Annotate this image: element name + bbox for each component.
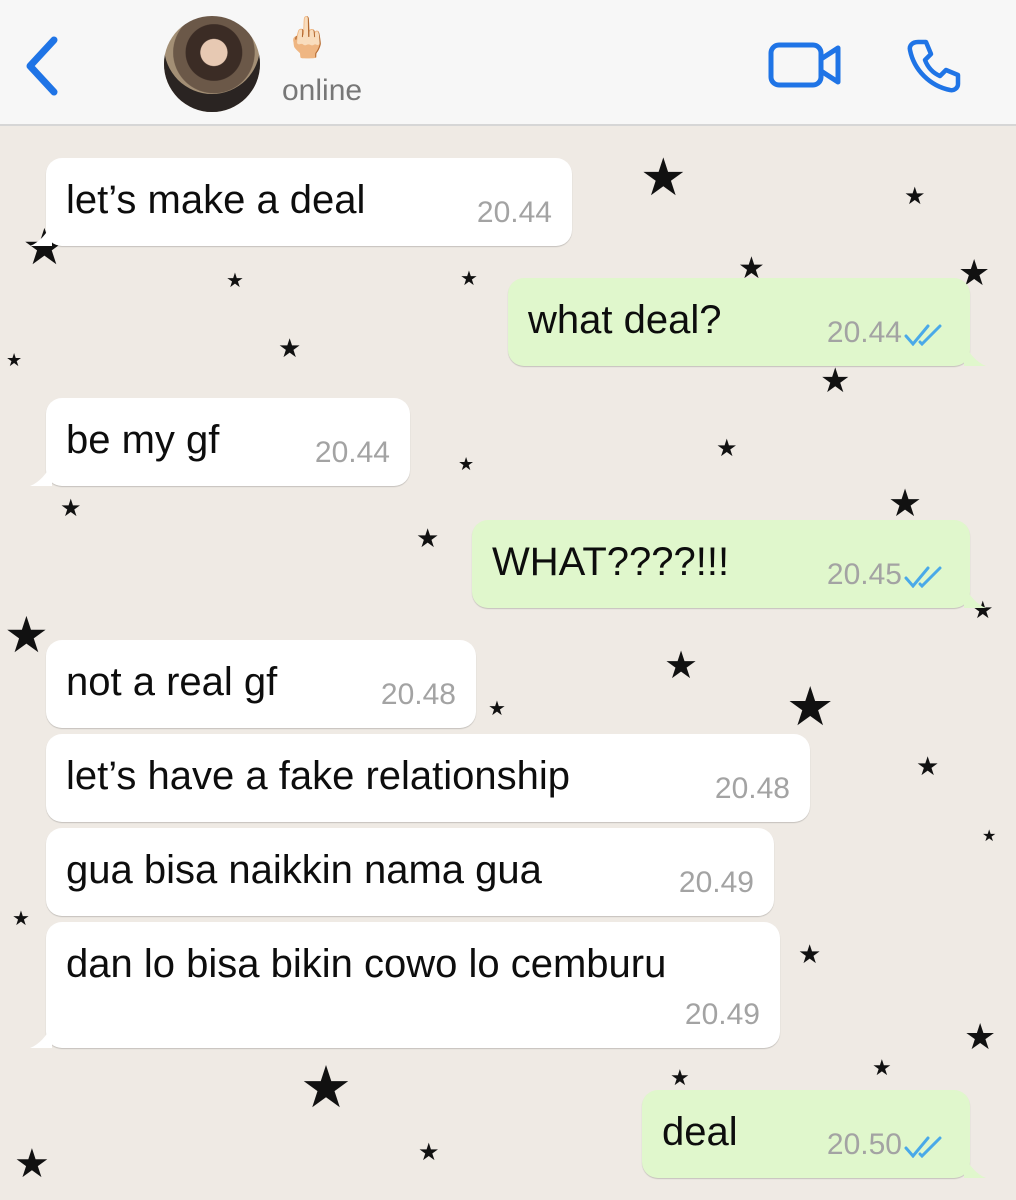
video-camera-icon[interactable] [768,40,842,90]
message-text: be my gf [66,418,220,462]
message-time: 20.50 [826,1128,902,1161]
message-incoming[interactable]: gua bisa naikkin nama gua 20.49 [46,828,774,916]
message-time: 20.48 [714,772,790,805]
star-decoration: ★ [982,826,997,845]
bubble-tail [964,1156,986,1178]
star-decoration: ★ [12,906,30,930]
star-decoration: ★ [4,606,49,664]
star-decoration: ★ [60,494,82,522]
message-text: WHAT????!!! [492,540,730,584]
message-time: 20.49 [684,998,760,1031]
star-decoration: ★ [670,1066,690,1091]
message-text: what deal? [528,298,722,342]
star-decoration: ★ [888,481,923,525]
read-receipt-icon [904,324,942,346]
bubble-tail [964,586,986,608]
star-decoration: ★ [916,752,940,782]
star-decoration: ★ [416,524,440,554]
star-decoration: ★ [6,350,23,371]
star-decoration: ★ [226,268,244,292]
read-receipt-icon [904,566,942,588]
star-decoration: ★ [964,1017,997,1058]
message-text: dan lo bisa bikin cowo lo cemburu [66,942,667,986]
chevron-left-icon[interactable] [20,34,64,98]
message-outgoing[interactable]: WHAT????!!! 20.45 [472,520,986,608]
message-text: gua bisa naikkin nama gua [66,848,542,892]
star-decoration: ★ [458,454,475,475]
message-time: 20.49 [678,866,754,899]
star-decoration: ★ [798,940,822,970]
message-incoming[interactable]: let’s have a fake relationship 20.48 [46,734,810,822]
phone-icon[interactable] [906,38,962,94]
star-decoration: ★ [786,675,835,738]
message-outgoing[interactable]: deal 20.50 [642,1090,986,1178]
star-decoration: ★ [640,148,687,208]
message-time: 20.48 [380,678,456,711]
star-decoration: ★ [872,1056,892,1081]
chat-header: 🖕🏻 online [0,0,1016,126]
contact-status: online [282,74,363,107]
star-decoration: ★ [418,1138,440,1166]
message-incoming[interactable]: dan lo bisa bikin cowo lo cemburu 20.49 [30,922,780,1048]
star-decoration: ★ [716,434,738,462]
message-time: 20.45 [826,558,902,591]
message-incoming[interactable]: let’s make a deal 20.44 [30,158,572,246]
message-incoming[interactable]: not a real gf 20.48 [46,640,476,728]
message-time: 20.44 [826,316,902,349]
bubble-tail [30,464,52,486]
message-time: 20.44 [476,196,552,229]
star-decoration: ★ [300,1053,352,1121]
read-receipt-icon [904,1136,942,1158]
star-decoration: ★ [820,361,851,401]
message-time: 20.44 [314,436,390,469]
avatar[interactable] [164,16,260,112]
bubble-tail [30,224,52,246]
star-decoration: ★ [904,182,926,210]
message-text: let’s have a fake relationship [66,754,571,798]
message-outgoing[interactable]: what deal? 20.44 [508,278,986,366]
message-text: not a real gf [66,660,278,704]
star-decoration: ★ [278,334,302,364]
message-text: deal [662,1110,738,1154]
message-incoming[interactable]: be my gf 20.44 [30,398,410,486]
star-decoration: ★ [14,1141,50,1187]
star-decoration: ★ [664,643,699,687]
bubble-tail [30,1026,52,1048]
star-decoration: ★ [488,696,506,720]
message-text: let’s make a deal [66,178,366,222]
bubble-tail [964,344,986,366]
star-decoration: ★ [460,266,478,290]
status-emoji: 🖕🏻 [282,15,332,61]
